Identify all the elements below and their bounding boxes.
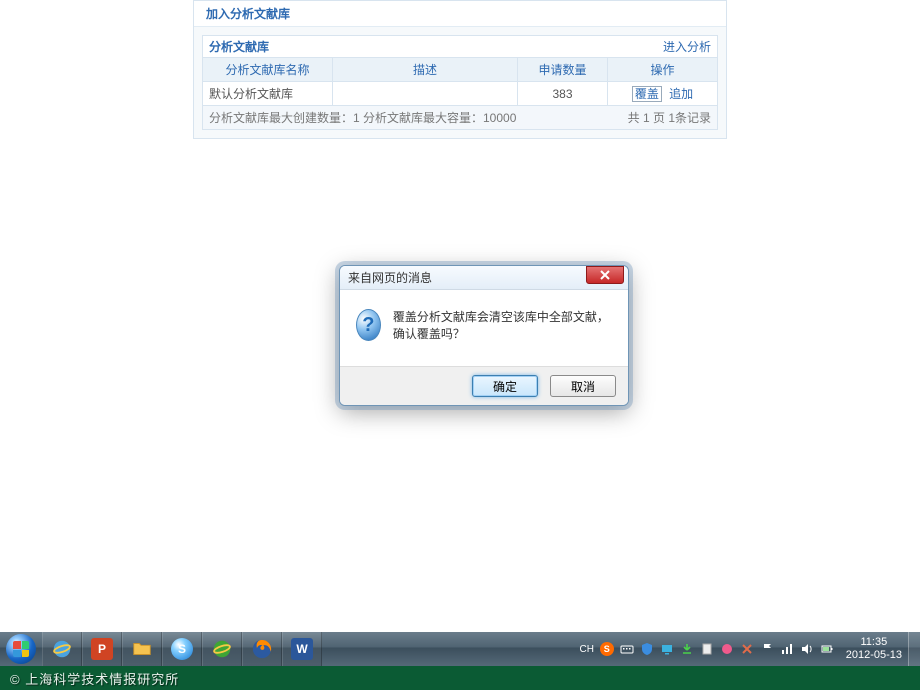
tray-circle-icon[interactable]: [720, 642, 734, 656]
library-table: 分析文献库名称 描述 申请数量 操作 默认分析文献库 383 覆盖 追加: [202, 57, 718, 106]
panel-body: 分析文献库 进入分析 分析文献库名称 描述 申请数量 操作 默认分析文献库 38…: [194, 27, 726, 138]
word-icon: W: [291, 638, 313, 660]
tray-windmill-icon[interactable]: [740, 642, 754, 656]
dialog-message: 覆盖分析文献库会清空该库中全部文献，确认覆盖吗？: [393, 308, 612, 342]
taskbar-app-word[interactable]: W: [282, 632, 322, 666]
tray-note-icon[interactable]: [700, 642, 714, 656]
taskbar-clock[interactable]: 11:35 2012-05-13: [840, 636, 908, 662]
close-icon: [600, 270, 610, 280]
col-ops: 操作: [608, 58, 718, 82]
dialog-body: ? 覆盖分析文献库会清空该库中全部文献，确认覆盖吗？: [340, 290, 628, 366]
firefox-icon: [251, 638, 273, 660]
cell-name: 默认分析文献库: [203, 82, 333, 106]
taskbar-app-firefox[interactable]: [242, 632, 282, 666]
col-name: 分析文献库名称: [203, 58, 333, 82]
tray-shield-icon[interactable]: [640, 642, 654, 656]
taskbar-app-ie-alt[interactable]: [202, 632, 242, 666]
table-footer: 分析文献库最大创建数量：1 分析文献库最大容量：10000 共 1 页 1条记录: [202, 106, 718, 130]
tray-flag-icon[interactable]: [760, 642, 774, 656]
folder-icon: [131, 638, 153, 660]
ie-icon: [51, 638, 73, 660]
taskbar-apps: P S W: [42, 632, 322, 666]
show-desktop-button[interactable]: [908, 632, 920, 666]
col-count: 申请数量: [518, 58, 608, 82]
start-button[interactable]: [0, 632, 42, 666]
system-tray: CH S: [574, 642, 840, 656]
cell-desc: [333, 82, 518, 106]
clock-time: 11:35: [846, 636, 902, 649]
cell-count: 383: [518, 82, 608, 106]
ie-icon: [211, 638, 233, 660]
tray-sogou-icon[interactable]: S: [600, 642, 614, 656]
col-desc: 描述: [333, 58, 518, 82]
windows-logo-icon: [6, 634, 36, 664]
taskbar-app-powerpoint[interactable]: P: [82, 632, 122, 666]
append-link[interactable]: 追加: [669, 87, 693, 101]
enter-analysis-link[interactable]: 进入分析: [663, 36, 711, 57]
cover-link[interactable]: 覆盖: [632, 86, 662, 102]
tray-download-icon[interactable]: [680, 642, 694, 656]
sogou-icon: S: [171, 638, 193, 660]
cancel-button[interactable]: 取消: [550, 375, 616, 397]
panel-subtitle: 分析文献库: [209, 36, 269, 57]
confirm-dialog: 来自网页的消息 ? 覆盖分析文献库会清空该库中全部文献，确认覆盖吗？ 确定 取消: [339, 265, 629, 406]
table-header-row: 分析文献库名称 描述 申请数量 操作: [203, 58, 718, 82]
clock-date: 2012-05-13: [846, 649, 902, 662]
table-row: 默认分析文献库 383 覆盖 追加: [203, 82, 718, 106]
taskbar-app-ie[interactable]: [42, 632, 82, 666]
taskbar-app-explorer[interactable]: [122, 632, 162, 666]
tray-battery-icon[interactable]: [820, 642, 834, 656]
dialog-titlebar[interactable]: 来自网页的消息: [340, 266, 628, 290]
question-icon: ?: [356, 309, 381, 341]
footer-left-text: 分析文献库最大创建数量：1 分析文献库最大容量：10000: [209, 109, 516, 126]
page-footer: © 上海科学技术情报研究所: [0, 666, 920, 690]
dialog-button-row: 确定 取消: [340, 366, 628, 405]
dialog-close-button[interactable]: [586, 266, 624, 284]
footer-text: © 上海科学技术情报研究所: [10, 669, 179, 688]
cell-ops: 覆盖 追加: [608, 82, 718, 106]
tray-volume-icon[interactable]: [800, 642, 814, 656]
tray-monitor-icon[interactable]: [660, 642, 674, 656]
analysis-library-panel: 加入分析文献库 分析文献库 进入分析 分析文献库名称 描述 申请数量 操作 默认…: [193, 0, 727, 139]
powerpoint-icon: P: [91, 638, 113, 660]
taskbar-app-sogou[interactable]: S: [162, 632, 202, 666]
panel-title: 加入分析文献库: [194, 1, 726, 27]
tray-keyboard-icon[interactable]: [620, 642, 634, 656]
ok-button[interactable]: 确定: [472, 375, 538, 397]
dialog-title-text: 来自网页的消息: [348, 266, 432, 290]
footer-right-text: 共 1 页 1条记录: [628, 109, 711, 126]
ime-indicator[interactable]: CH: [580, 642, 594, 656]
tray-network-icon[interactable]: [780, 642, 794, 656]
taskbar: P S W CH S: [0, 632, 920, 666]
panel-subheader: 分析文献库 进入分析: [202, 35, 718, 57]
